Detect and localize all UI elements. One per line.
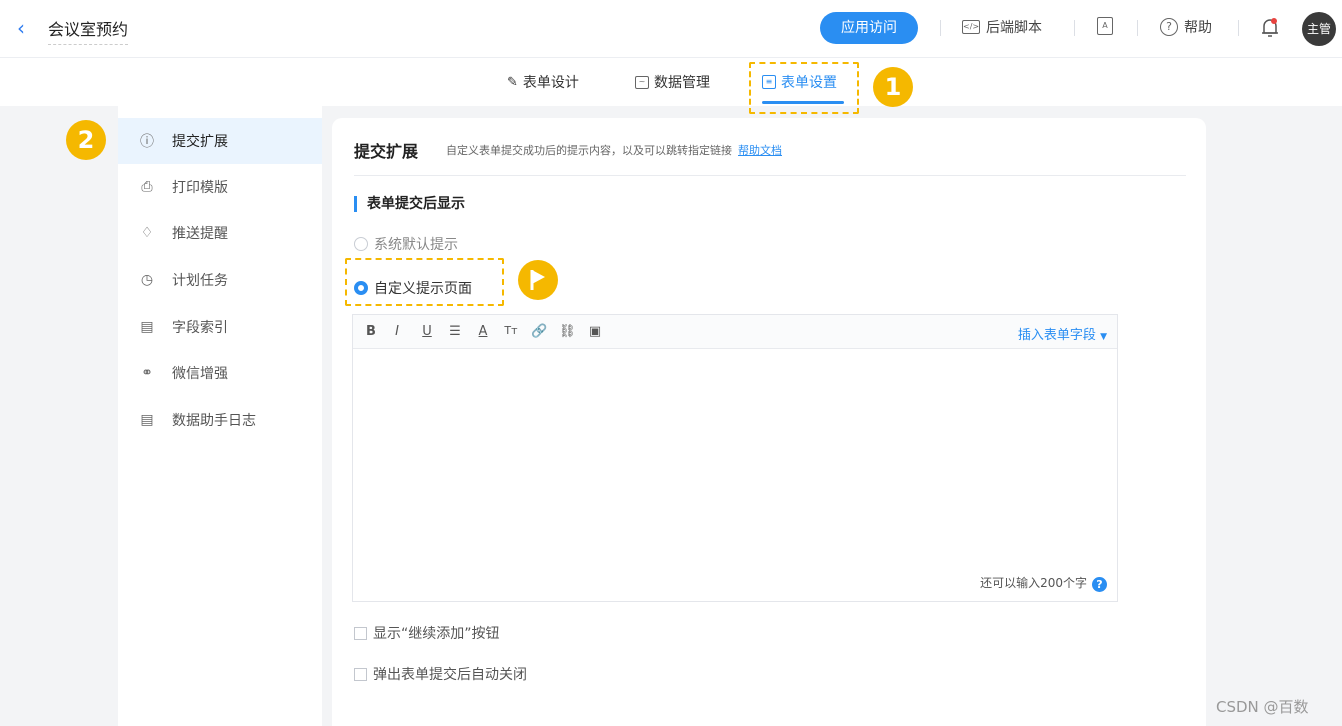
backend-script-button[interactable]: </> 后端脚本 [962, 17, 1042, 37]
separator [1137, 20, 1138, 36]
help-button[interactable]: ? 帮助 [1160, 17, 1212, 37]
font-color-button[interactable]: A [475, 324, 491, 339]
avatar[interactable]: 主管 [1302, 12, 1336, 46]
help-doc-link[interactable]: 帮助文档 [738, 144, 782, 157]
font-size-button[interactable]: Tт [503, 324, 519, 337]
checkbox[interactable] [354, 667, 367, 681]
checkbox-auto-close[interactable]: 弹出表单提交后自动关闭 [354, 664, 527, 684]
step-badge-2: 2 [66, 120, 106, 160]
sidebar-item-label: 微信增强 [172, 366, 228, 382]
insert-form-field-dropdown[interactable]: 插入表单字段 ▼ [1018, 324, 1107, 343]
code-icon: </> [962, 20, 980, 34]
checkbox-label: 显示“继续添加”按钮 [373, 626, 500, 642]
tab-form-design[interactable]: ✎ 表单设计 [507, 72, 579, 92]
radio-default-prompt[interactable]: 系统默认提示 [354, 234, 458, 254]
app-visit-button[interactable]: 应用访问 [820, 12, 918, 44]
tab-label: 数据管理 [654, 75, 710, 91]
watermark: CSDN @百数 [1216, 698, 1309, 716]
highlight-custom-page [345, 258, 504, 306]
help-label: 帮助 [1184, 20, 1212, 36]
page-description: 自定义表单提交成功后的提示内容，以及可以跳转指定链接 帮助文档 [446, 142, 782, 158]
contact-card-button[interactable]: A [1097, 17, 1113, 35]
separator [1074, 20, 1075, 36]
tab-bar: ✎ 表单设计 ~ 数据管理 ≡ 表单设置 [0, 58, 1342, 106]
underline-button[interactable]: U [419, 324, 435, 339]
chart-icon: ~ [635, 75, 649, 89]
sidebar-item-scheduled-task[interactable]: ◷ 计划任务 [118, 257, 322, 303]
step-badge-1: 1 [873, 67, 913, 107]
app-title[interactable]: 会议室预约 [48, 16, 129, 45]
info-icon: ⓘ [140, 134, 154, 150]
contact-card-icon: A [1097, 17, 1113, 35]
sidebar-item-wechat-enhance[interactable]: ⚭ 微信增强 [118, 350, 322, 396]
bell-icon: ♢ [140, 225, 154, 241]
document-icon: ▤ [140, 319, 154, 335]
sidebar-item-print-template[interactable]: ⎙ 打印模版 [118, 164, 322, 210]
radio-label: 系统默认提示 [374, 237, 458, 253]
printer-icon: ⎙ [141, 179, 153, 195]
divider [354, 175, 1186, 176]
sidebar-item-data-assistant-log[interactable]: ▤ 数据助手日志 [118, 397, 322, 443]
align-button[interactable]: ☰ [447, 324, 463, 339]
link-icon[interactable]: 🔗 [531, 324, 547, 339]
sidebar-item-label: 提交扩展 [172, 134, 228, 150]
image-icon[interactable]: ▣ [587, 324, 603, 339]
flag-badge [518, 260, 558, 300]
sidebar-item-label: 推送提醒 [172, 226, 228, 242]
checkbox[interactable] [354, 626, 367, 640]
editor-toolbar: B I U ☰ A Tт 🔗 ⛓ ▣ 插入表单字段 ▼ [353, 315, 1117, 349]
italic-button[interactable]: I [389, 324, 405, 339]
log-icon: ▤ [140, 412, 154, 428]
sidebar-item-label: 计划任务 [172, 273, 228, 289]
backend-script-label: 后端脚本 [986, 20, 1042, 36]
question-icon: ? [1160, 18, 1178, 36]
unlink-icon[interactable]: ⛓ [559, 324, 576, 339]
highlight-form-settings [749, 62, 859, 114]
separator [1238, 20, 1239, 36]
wechat-icon: ⚭ [141, 365, 153, 381]
sidebar-item-label: 字段索引 [172, 320, 228, 336]
tab-data-management[interactable]: ~ 数据管理 [635, 72, 710, 92]
notification-bell-icon[interactable] [1260, 17, 1280, 39]
flag-icon [530, 270, 545, 290]
sidebar-item-label: 数据助手日志 [172, 413, 256, 429]
description-text: 自定义表单提交成功后的提示内容，以及可以跳转指定链接 [446, 144, 732, 157]
page-title: 提交扩展 [354, 142, 419, 161]
top-bar: ‹ 会议室预约 应用访问 </> 后端脚本 A ? 帮助 主管 [0, 0, 1342, 58]
caret-down-icon: ▼ [1100, 332, 1107, 342]
sidebar-item-submit-extension[interactable]: ⓘ 提交扩展 [118, 118, 322, 164]
sidebar-item-field-index[interactable]: ▤ 字段索引 [118, 304, 322, 350]
remaining-chars: 还可以输入200个字 [980, 576, 1087, 590]
sidebar-item-push-reminder[interactable]: ♢ 推送提醒 [118, 210, 322, 256]
checkbox-continue-add[interactable]: 显示“继续添加”按钮 [354, 623, 500, 643]
bold-button[interactable]: B [363, 324, 379, 339]
radio-button[interactable] [354, 237, 368, 251]
separator [940, 20, 941, 36]
insert-field-label: 插入表单字段 [1017, 328, 1096, 343]
sidebar-item-label: 打印模版 [172, 180, 228, 196]
form-design-icon: ✎ [507, 74, 518, 90]
main-panel: 提交扩展 自定义表单提交成功后的提示内容，以及可以跳转指定链接 帮助文档 表单提交… [332, 118, 1206, 726]
settings-sidebar: ⓘ 提交扩展 ⎙ 打印模版 ♢ 推送提醒 ◷ 计划任务 ▤ 字段索引 ⚭ 微信增… [118, 106, 322, 726]
clock-icon: ◷ [140, 272, 154, 288]
checkbox-label: 弹出表单提交后自动关闭 [373, 667, 527, 683]
rich-text-editor[interactable]: B I U ☰ A Tт 🔗 ⛓ ▣ 插入表单字段 ▼ 还可以输入200个字 ? [352, 314, 1118, 602]
section-title: 表单提交后显示 [354, 196, 465, 212]
tab-label: 表单设计 [522, 75, 579, 91]
question-icon[interactable]: ? [1092, 577, 1107, 592]
back-chevron-icon[interactable]: ‹ [10, 16, 32, 40]
